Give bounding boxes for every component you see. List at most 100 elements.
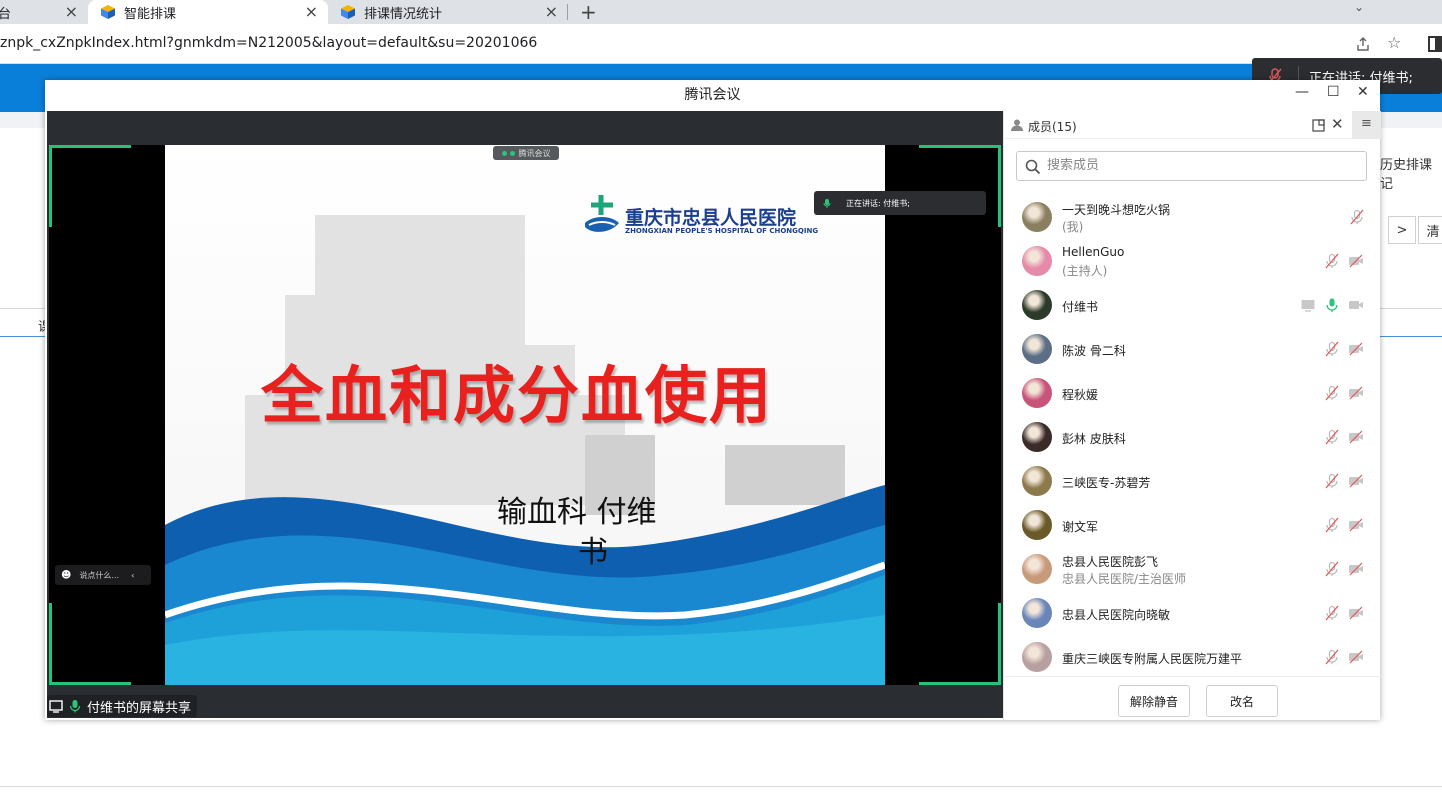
member-row[interactable]: 彭林 皮肤科 [1004,415,1381,459]
member-row[interactable]: 一天到晚斗想吃火锅 (我) [1004,195,1381,239]
avatar [1022,202,1052,232]
close-icon[interactable]: × [65,2,78,21]
browser-tab-1[interactable]: 台 × [0,0,88,24]
mic-icon[interactable] [1324,297,1340,313]
url-text[interactable]: znpk_cxZnpkIndex.html?gnmkdm=N212005&lay… [0,35,537,51]
slide-title: 全血和成分血使用 [261,359,774,432]
avatar [1022,246,1052,276]
avatar [1022,422,1052,452]
member-role: 忠县人民医院/主治医师 [1062,572,1187,586]
search-input[interactable] [1047,158,1347,173]
mic-muted-icon[interactable] [1324,341,1340,357]
member-row[interactable]: 忠县人民医院彭飞忠县人民医院/主治医师 [1004,547,1381,591]
camera-off-icon[interactable] [1348,253,1364,269]
emoji-icon[interactable]: ☻ [61,570,71,581]
mic-muted-icon[interactable] [1324,473,1340,489]
mic-muted-icon[interactable] [1324,517,1340,533]
member-role: (我) [1062,220,1084,234]
member-row[interactable]: 谢文军 [1004,503,1381,547]
member-name: 程秋媛 [1062,388,1099,402]
camera-off-icon[interactable] [1348,517,1364,533]
frame-corner [49,603,131,685]
member-name: HellenGuo [1062,245,1125,259]
rename-button[interactable]: 改名 [1206,685,1278,717]
tab-separator [567,4,568,20]
close-icon[interactable]: ✕ [1331,115,1344,133]
clear-button[interactable]: 清 [1418,216,1442,244]
presentation-slide: 重庆市忠县人民医院 ZHONGXIAN PEOPLE'S HOSPITAL OF… [165,145,885,685]
sidebar-icon[interactable] [1428,36,1442,52]
member-search[interactable] [1016,151,1367,181]
member-row[interactable]: 忠县人民医院向晓敏 [1004,591,1381,635]
mic-muted-icon[interactable] [1324,429,1340,445]
camera-off-icon[interactable] [1348,473,1364,489]
avatar [1022,334,1052,364]
mic-muted-icon[interactable] [1324,649,1340,665]
camera-off-icon[interactable] [1348,605,1364,621]
camera-off-icon[interactable] [1348,341,1364,357]
menu-icon[interactable]: ≡ [1352,111,1381,139]
tab-label: 智能排课 [124,6,177,22]
member-row[interactable]: 重庆三峡医专附属人民医院万建平 [1004,635,1381,679]
share-icon[interactable] [1355,36,1371,52]
member-row[interactable]: HellenGuo (主持人) [1004,239,1381,283]
star-icon[interactable]: ☆ [1387,33,1401,52]
cube-icon [101,5,115,19]
chat-placeholder: 说点什么... [79,570,120,580]
close-icon[interactable]: × [545,2,558,21]
mic-muted-icon[interactable] [1349,209,1365,225]
mic-muted-icon[interactable] [1324,385,1340,401]
avatar [1022,598,1052,628]
meeting-window: 腾讯会议 — ☐ ✕ 重庆市忠县人民医院 ZHONGXIAN PEOPLE'S … [45,80,1381,720]
member-name: 重庆三峡医专附属人民医院万建平 [1062,652,1243,666]
camera-off-icon[interactable] [1348,297,1364,313]
close-icon[interactable]: ✕ [1357,84,1369,100]
tab-label: 台 [0,6,12,22]
camera-off-icon[interactable] [1348,385,1364,401]
maximize-icon[interactable]: ☐ [1327,84,1340,100]
member-name: 付维书 [1062,300,1099,314]
member-name: 忠县人民医院彭飞 [1062,555,1159,569]
unmute-button[interactable]: 解除静音 [1118,685,1190,717]
chevron-down-icon[interactable]: ⌄ [1354,0,1364,14]
status-dot [501,150,507,156]
share-label-text: 付维书的屏幕共享 [87,700,192,716]
new-tab-button[interactable]: + [580,0,597,24]
browser-tab-2[interactable]: 智能排课 × [88,0,328,24]
member-row[interactable]: 程秋媛 [1004,371,1381,415]
chat-input[interactable]: ☻ 说点什么... ‹ [55,565,151,585]
camera-off-icon[interactable] [1348,429,1364,445]
slide-subtitle: 书 [578,535,608,570]
mic-muted-icon[interactable] [1324,253,1340,269]
video-stage: 重庆市忠县人民医院 ZHONGXIAN PEOPLE'S HOSPITAL OF… [47,111,1003,718]
member-row[interactable]: 付维书 [1004,283,1381,327]
hospital-logo [585,195,619,232]
mic-icon [69,700,81,713]
mic-muted-icon[interactable] [1324,605,1340,621]
member-name: 谢文军 [1062,520,1099,534]
history-label[interactable]: 历史排课记 [1380,154,1442,192]
close-icon[interactable]: × [305,2,318,21]
screen-share-icon [49,700,63,713]
panel-footer: 解除静音 改名 [1004,676,1381,720]
window-title: 腾讯会议 [684,87,741,103]
frame-corner [49,145,131,227]
person-icon [1011,119,1023,131]
divider [0,786,1442,787]
minimize-icon[interactable]: — [1295,84,1309,100]
browser-tab-3[interactable]: 排课情况统计 × [328,0,568,24]
avatar [1022,290,1052,320]
member-row[interactable]: 陈波 骨二科 [1004,327,1381,371]
member-row[interactable]: 三峡医专-苏碧芳 [1004,459,1381,503]
member-name: 陈波 骨二科 [1062,344,1126,358]
member-name: 彭林 皮肤科 [1062,432,1126,446]
chevron-left-icon[interactable]: ‹ [131,571,134,580]
next-page-button[interactable]: > [1388,216,1416,244]
camera-off-icon[interactable] [1348,649,1364,665]
camera-off-icon[interactable] [1348,561,1364,577]
popout-icon[interactable] [1312,118,1326,132]
screen-share-icon [1300,297,1316,313]
mic-muted-icon[interactable] [1324,561,1340,577]
cube-icon [341,5,355,19]
watermark-text: 腾讯会议 [518,148,551,158]
